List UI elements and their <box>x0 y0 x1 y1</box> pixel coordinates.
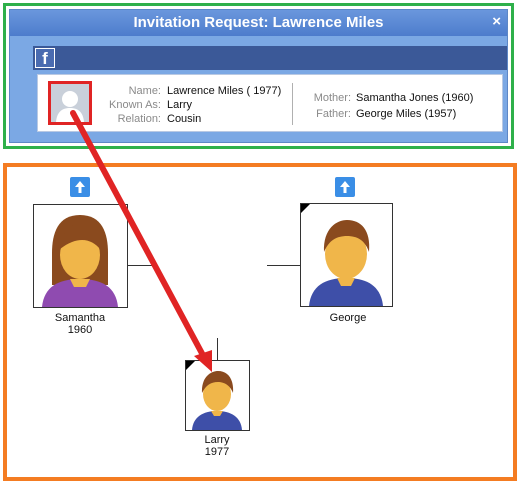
facebook-icon: f <box>35 48 55 68</box>
name-label: Name: <box>128 85 161 97</box>
profile-info-panel: Name: Lawrence Miles ( 1977) Known As: L… <box>37 74 503 132</box>
child-year: 1977 <box>204 446 230 458</box>
person-card-father[interactable] <box>300 203 393 307</box>
mother-name: Samantha <box>54 312 106 324</box>
close-icon[interactable]: × <box>492 13 501 30</box>
corner-flag <box>186 361 195 370</box>
dialog-title: Invitation Request: Lawrence Miles <box>133 14 384 31</box>
silhouette-icon <box>51 84 89 122</box>
father-label: Father: <box>316 108 351 120</box>
male-avatar-icon <box>309 220 383 306</box>
couple-connector-left <box>128 265 158 266</box>
child-connector <box>217 338 218 360</box>
person-card-child[interactable] <box>185 360 250 431</box>
mother-value: Samantha Jones (1960) <box>356 92 474 104</box>
father-name: George <box>329 312 367 324</box>
relation-label: Relation: <box>117 113 161 125</box>
female-avatar-icon <box>42 215 118 307</box>
arrow-up-icon[interactable] <box>335 177 355 197</box>
arrow-up-icon[interactable] <box>70 177 90 197</box>
relation-value: Cousin <box>167 113 202 125</box>
mother-label: Mother: <box>313 92 351 104</box>
person-card-mother[interactable] <box>33 204 128 308</box>
name-value: Lawrence Miles ( 1977) <box>167 85 282 97</box>
invitation-dialog: Invitation Request: Lawrence Miles × f N… <box>9 9 508 143</box>
corner-flag <box>301 204 310 213</box>
facebook-bar: f <box>33 46 507 70</box>
child-name: Larry <box>204 434 230 446</box>
male-avatar-icon <box>192 371 242 430</box>
couple-connector-right <box>267 265 300 266</box>
father-value: George Miles (1957) <box>356 108 457 120</box>
title-bar: Invitation Request: Lawrence Miles × <box>10 10 507 36</box>
known-as-label: Known As: <box>109 99 161 111</box>
known-as-value: Larry <box>167 99 193 111</box>
mother-year: 1960 <box>67 324 93 336</box>
